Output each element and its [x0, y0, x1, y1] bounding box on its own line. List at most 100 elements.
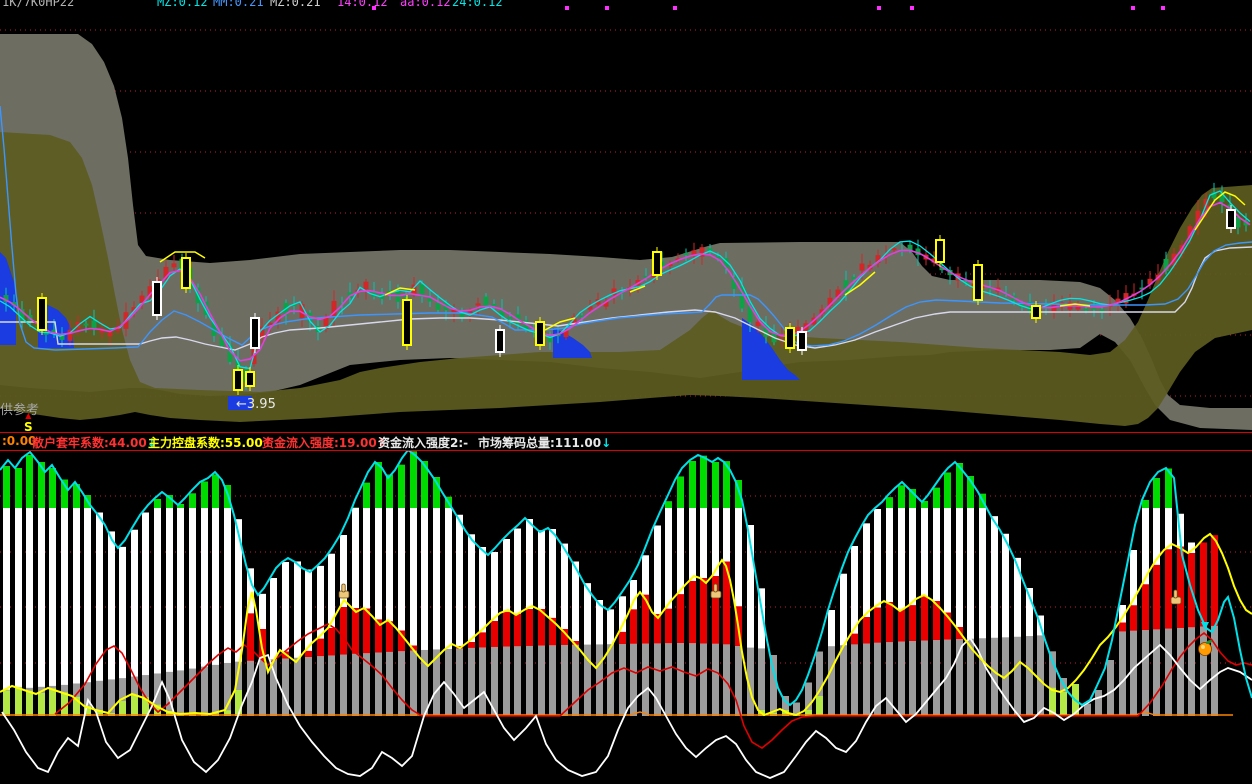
oversold-bar — [26, 691, 33, 716]
finger — [714, 584, 717, 592]
inflow-cap — [317, 639, 324, 657]
candle-body — [460, 314, 465, 318]
overbought-cap — [375, 462, 382, 508]
inflow-cap — [1165, 549, 1172, 628]
inflow-cap — [665, 609, 672, 644]
volume-bar-gray — [212, 665, 219, 716]
inflow-cap — [677, 594, 684, 643]
event-tick-marker — [673, 6, 677, 10]
candle-body — [476, 303, 481, 305]
overbought-cap — [189, 493, 196, 508]
overbought-cap — [665, 501, 672, 508]
signal-candle-yellow — [38, 298, 46, 330]
volume-bar-gray — [619, 644, 626, 716]
signal-candle-white — [798, 332, 806, 350]
volume-bar-gray — [468, 648, 475, 716]
candle-body — [436, 303, 441, 310]
inflow-cap — [689, 581, 696, 643]
volume-bar-gray — [549, 645, 556, 716]
reference-note: 供参考 — [0, 399, 39, 418]
volume-bar-gray — [758, 648, 765, 716]
overbought-cap — [154, 499, 161, 508]
candle-body — [108, 332, 113, 336]
candle-body — [508, 317, 513, 319]
volume-bar-gray — [410, 651, 417, 716]
trading-app-window: 1K/7K0HP22MZ:0.12MM:0.21MZ:0.2114:0.12aa… — [0, 0, 1252, 784]
indicator-readout-bar: :0.00散户套牢系数:44.00↓主力控盘系数:55.00↑资金流入强度:19… — [0, 433, 1252, 450]
inflow-cap — [1200, 543, 1207, 627]
chart-canvas[interactable] — [0, 0, 1252, 784]
volume-bar-gray — [898, 642, 905, 716]
event-tick-marker — [1161, 6, 1165, 10]
candle-body — [484, 297, 489, 307]
overbought-cap — [15, 468, 22, 508]
volume-bar-gray — [398, 651, 405, 716]
candle-body — [860, 264, 865, 271]
inflow-cap — [479, 632, 486, 647]
inflow-cap — [363, 609, 370, 654]
trend-arrow-icon: ↓ — [601, 436, 611, 450]
main-chart-title-row: 1K/7K0HP22MZ:0.12MM:0.21MZ:0.2114:0.12aa… — [0, 0, 1252, 9]
overbought-cap — [386, 475, 393, 508]
volume-bar-gray — [479, 647, 486, 716]
candle-body — [364, 282, 369, 289]
signal-candle-yellow — [182, 258, 190, 288]
signal-up-arrow-icon: ▲ — [24, 411, 33, 420]
finger — [342, 584, 345, 592]
volume-bar-gray — [863, 644, 870, 716]
event-tick-marker — [565, 6, 569, 10]
signal-candle-yellow — [246, 372, 254, 386]
signal-candle-yellow — [974, 265, 982, 300]
oversold-bar — [131, 695, 138, 717]
volume-bar-gray — [305, 657, 312, 716]
title-fragment: MZ:0.21 — [270, 0, 321, 9]
signal-candle-yellow — [536, 322, 544, 345]
volume-bar-gray — [1130, 631, 1137, 716]
inflow-cap — [1119, 623, 1126, 632]
oversold-bar — [816, 696, 823, 716]
inflow-cap — [1211, 535, 1218, 626]
volume-bar-gray — [979, 638, 986, 716]
volume-bar-gray — [1014, 637, 1021, 716]
overbought-cap — [3, 466, 10, 508]
inflow-cap — [352, 608, 359, 654]
inflow-cap — [305, 651, 312, 657]
volume-bar-gray — [445, 649, 452, 716]
volume-bar-gray — [294, 658, 301, 716]
signal-candle-yellow — [403, 300, 411, 345]
volume-bar-gray — [352, 654, 359, 716]
signal-candle-yellow — [653, 252, 661, 275]
volume-bar-gray — [677, 643, 684, 716]
candle-body — [84, 324, 89, 326]
title-fragment: 14:0.12 — [337, 0, 388, 9]
volume-bar-gray — [189, 669, 196, 716]
overbought-cap — [26, 455, 33, 508]
candle-body — [396, 292, 401, 302]
overbought-cap — [49, 468, 56, 508]
price-annotation: ←3.95 — [236, 397, 276, 412]
title-fragment: MZ:0.12 — [157, 0, 208, 9]
volume-bar-gray — [526, 646, 533, 716]
volume-bar-gray — [317, 656, 324, 716]
indicator-readout: 资金流入强度:19.00↑ — [262, 434, 387, 451]
overbought-cap — [212, 475, 219, 508]
candle-body — [492, 304, 497, 306]
inflow-cap — [909, 605, 916, 641]
overbought-cap — [933, 488, 940, 508]
fruit-shine — [1201, 645, 1205, 649]
volume-bar-gray — [1200, 627, 1207, 716]
volume-bar-gray — [1026, 636, 1033, 716]
oversold-bar — [15, 687, 22, 716]
overbought-cap — [1142, 500, 1149, 508]
event-tick-marker — [605, 6, 609, 10]
fruit-body — [1199, 643, 1212, 656]
volume-bar-gray — [247, 661, 254, 716]
inflow-cap — [1142, 584, 1149, 630]
inflow-cap — [700, 578, 707, 644]
title-fragment: 1K/7K0HP22 — [2, 0, 74, 9]
volume-bar-gray — [1153, 629, 1160, 716]
volume-bar-gray — [909, 641, 916, 716]
title-fragment: aa:0.12 — [400, 0, 451, 9]
volume-bar-gray — [1084, 704, 1091, 716]
volume-bar-gray — [712, 644, 719, 716]
